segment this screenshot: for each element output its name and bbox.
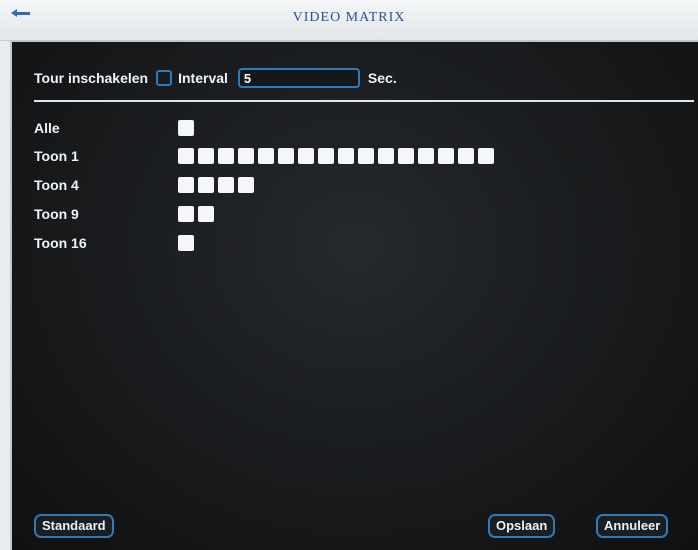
channel-cell[interactable] <box>278 148 294 164</box>
channel-cell[interactable] <box>298 148 314 164</box>
row-label-toon-4: Toon 4 <box>34 177 79 193</box>
channel-cell[interactable] <box>358 148 374 164</box>
channel-cell[interactable] <box>258 148 274 164</box>
channel-cell[interactable] <box>238 177 254 193</box>
cells-toon-1 <box>178 148 498 164</box>
channel-cell[interactable] <box>238 148 254 164</box>
row-label-toon-1: Toon 1 <box>34 148 79 164</box>
video-matrix-panel: Tour inschakelen Interval Sec. Alle Toon… <box>10 40 698 550</box>
channel-cell[interactable] <box>438 148 454 164</box>
tour-enable-label: Tour inschakelen <box>34 70 149 86</box>
cells-alle <box>178 120 198 136</box>
channel-cell[interactable] <box>218 148 234 164</box>
row-toon-1: Toon 1 <box>34 146 498 166</box>
channel-cell[interactable] <box>178 235 194 251</box>
title-bar: VIDEO MATRIX <box>0 0 698 41</box>
cells-toon-9 <box>178 206 218 222</box>
row-toon-9: Toon 9 <box>34 204 218 224</box>
default-button[interactable]: Standaard <box>34 514 114 538</box>
row-alle: Alle <box>34 118 198 138</box>
cancel-button[interactable]: Annuleer <box>596 514 669 538</box>
channel-cell[interactable] <box>478 148 494 164</box>
channel-cell[interactable] <box>178 148 194 164</box>
channel-cell[interactable] <box>418 148 434 164</box>
interval-label: Interval <box>178 70 228 86</box>
channel-cell[interactable] <box>218 177 234 193</box>
row-toon-16: Toon 16 <box>34 233 198 253</box>
row-label-toon-16: Toon 16 <box>34 235 87 251</box>
cells-toon-16 <box>178 235 198 251</box>
interval-input[interactable] <box>237 68 360 88</box>
save-button[interactable]: Opslaan <box>488 514 556 538</box>
channel-cell[interactable] <box>398 148 414 164</box>
row-label-alle: Alle <box>34 120 60 136</box>
channel-cell[interactable] <box>178 177 194 193</box>
window-title: VIDEO MATRIX <box>292 10 406 25</box>
channel-cell[interactable] <box>318 148 334 164</box>
interval-unit-label: Sec. <box>367 70 397 86</box>
channel-cell[interactable] <box>458 148 474 164</box>
row-label-toon-9: Toon 9 <box>34 206 79 222</box>
row-toon-4: Toon 4 <box>34 175 258 195</box>
channel-cell[interactable] <box>178 206 194 222</box>
cells-toon-4 <box>178 177 258 193</box>
channel-cell[interactable] <box>198 148 214 164</box>
channel-cell[interactable] <box>198 206 214 222</box>
channel-cell[interactable] <box>378 148 394 164</box>
channel-cell[interactable] <box>338 148 354 164</box>
tour-enable-checkbox[interactable] <box>156 70 173 86</box>
channel-cell[interactable] <box>198 177 214 193</box>
divider <box>34 100 694 102</box>
channel-cell[interactable] <box>178 120 194 136</box>
tour-settings-row: Tour inschakelen Interval Sec. <box>34 66 397 90</box>
